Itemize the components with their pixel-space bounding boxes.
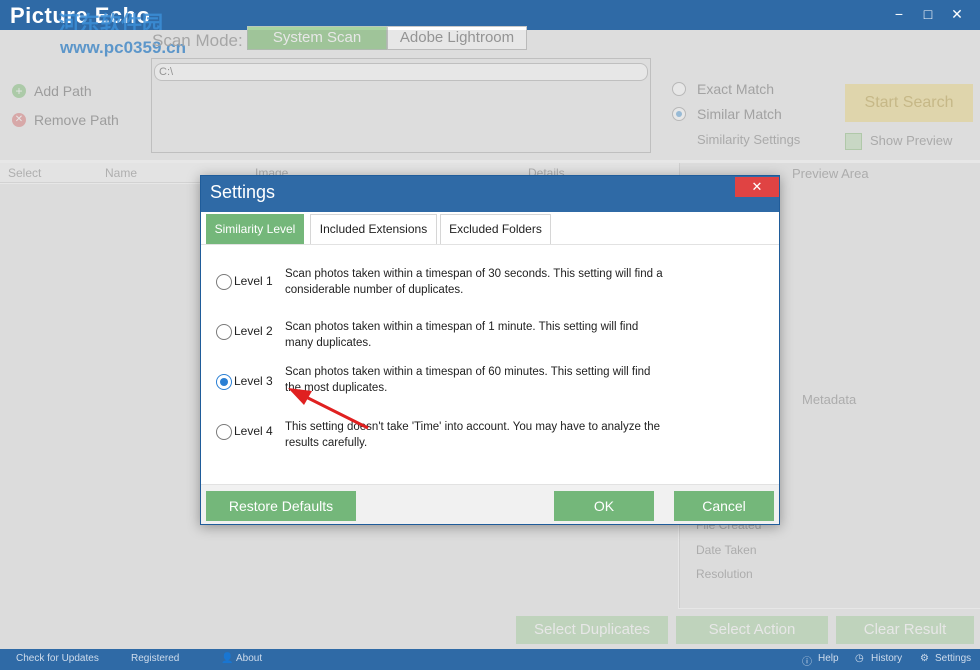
annotation-arrow-head <box>288 388 312 405</box>
annotation-arrow <box>288 388 369 430</box>
annotation-arrow-shaft <box>299 392 369 430</box>
